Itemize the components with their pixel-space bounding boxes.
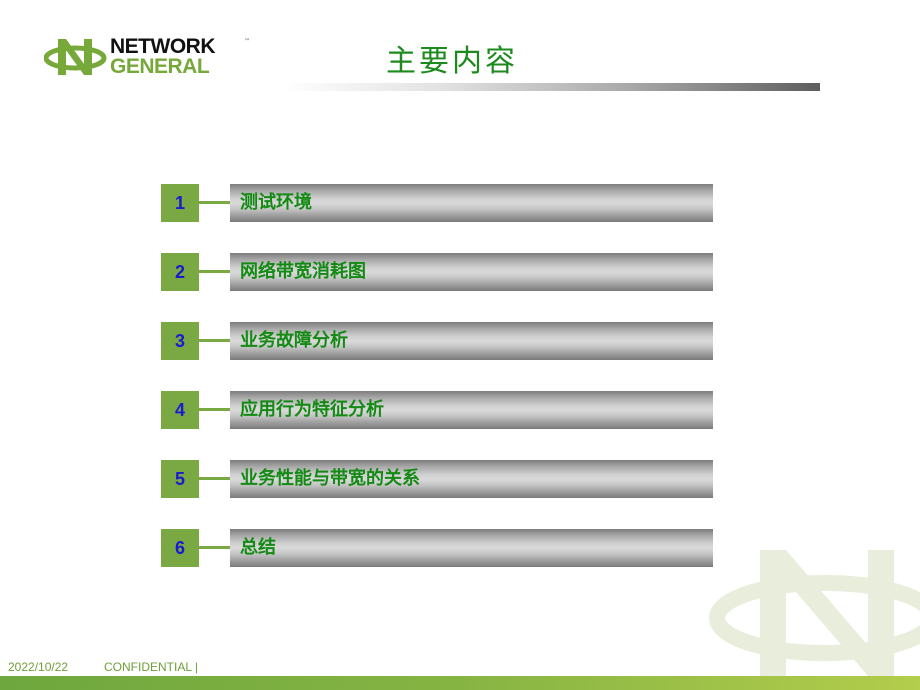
watermark-logo-icon [709, 550, 920, 676]
trademark-symbol: ™ [244, 38, 250, 45]
agenda-item-number: 4 [161, 391, 199, 429]
page-title: 主要内容 [386, 44, 518, 79]
connector-line [199, 408, 230, 411]
agenda-item-bar[interactable]: 业务故障分析 [230, 322, 713, 360]
agenda-item-number: 1 [161, 184, 199, 222]
agenda-item-2[interactable]: 2 网络带宽消耗图 [161, 253, 721, 291]
agenda-item-number: 5 [161, 460, 199, 498]
connector-line [199, 339, 230, 342]
agenda-item-label: 应用行为特征分析 [240, 399, 384, 420]
agenda-item-number: 2 [161, 253, 199, 291]
agenda-item-3[interactable]: 3 业务故障分析 [161, 322, 721, 360]
agenda-item-label: 测试环境 [240, 192, 312, 213]
footer-date: 2022/10/22 [8, 660, 69, 674]
agenda-item-6[interactable]: 6 总结 [161, 529, 721, 567]
connector-line [199, 270, 230, 273]
agenda-item-4[interactable]: 4 应用行为特征分析 [161, 391, 721, 429]
agenda-item-label: 总结 [240, 537, 276, 558]
logo-text-network: NETWORK [110, 35, 216, 58]
agenda-item-number: 6 [161, 529, 199, 567]
agenda-item-bar[interactable]: 网络带宽消耗图 [230, 253, 713, 291]
agenda-item-label: 业务故障分析 [240, 330, 348, 351]
agenda-item-label: 业务性能与带宽的关系 [240, 468, 420, 489]
footer-bar [0, 676, 920, 690]
agenda-item-1[interactable]: 1 测试环境 [161, 184, 721, 222]
agenda-item-bar[interactable]: 测试环境 [230, 184, 713, 222]
agenda-item-bar[interactable]: 应用行为特征分析 [230, 391, 713, 429]
agenda-item-bar[interactable]: 业务性能与带宽的关系 [230, 460, 713, 498]
connector-line [199, 477, 230, 480]
connector-line [199, 546, 230, 549]
logo-text-general: GENERAL [110, 55, 210, 78]
network-general-logo: NETWORK GENERAL ™ [44, 36, 264, 82]
agenda-item-label: 网络带宽消耗图 [240, 261, 366, 282]
footer-confidential: CONFIDENTIAL | [104, 660, 199, 674]
agenda-item-bar[interactable]: 总结 [230, 529, 713, 567]
network-general-n-orbit-icon [44, 39, 107, 75]
title-underline-divider [280, 83, 820, 91]
agenda-item-number: 3 [161, 322, 199, 360]
agenda-item-5[interactable]: 5 业务性能与带宽的关系 [161, 460, 721, 498]
connector-line [199, 201, 230, 204]
